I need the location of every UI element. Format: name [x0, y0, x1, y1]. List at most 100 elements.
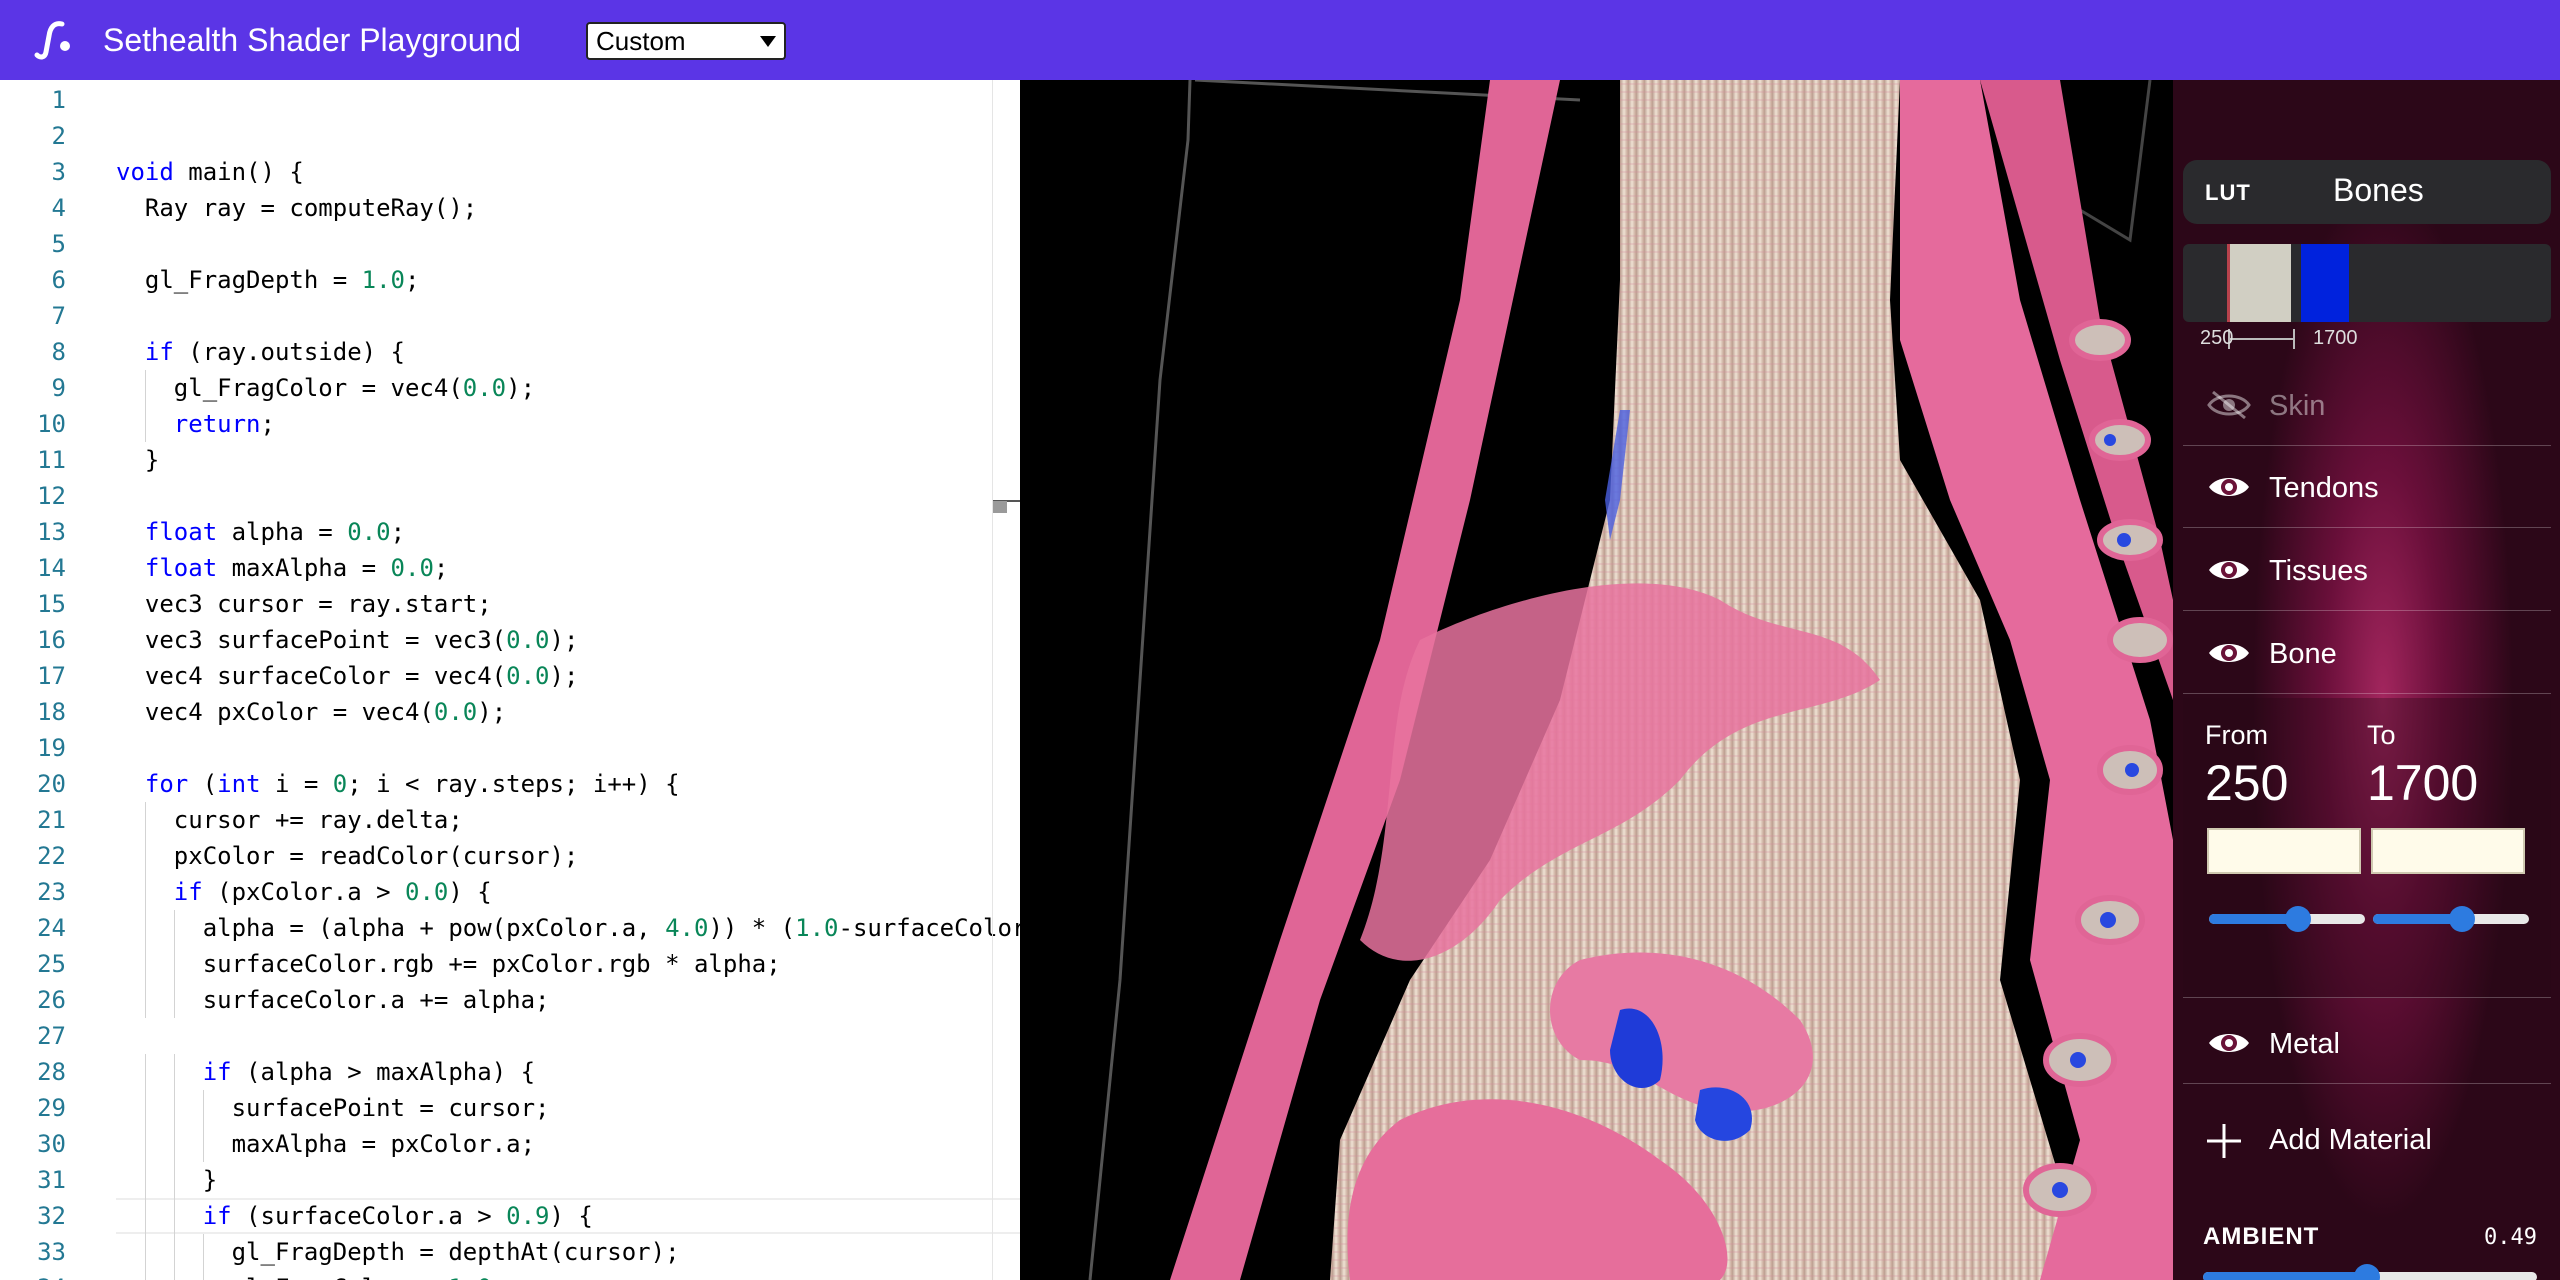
- line-number: 31: [37, 1166, 66, 1194]
- editor-scrollbar-track[interactable]: [992, 80, 993, 1280]
- material-row-tissues[interactable]: Tissues: [2183, 529, 2551, 611]
- lut-segment-bone[interactable]: [2227, 244, 2291, 322]
- ambient-slider-thumb[interactable]: [2353, 1264, 2380, 1280]
- lut-segment-metal[interactable]: [2301, 244, 2349, 322]
- code-line[interactable]: cursor += ray.delta;: [116, 802, 463, 838]
- indent-guide: [173, 1234, 175, 1270]
- code-line[interactable]: for (int i = 0; i < ray.steps; i++) {: [116, 766, 680, 802]
- line-number-gutter: 1 2 3 4 5 6 7 8 9 10 11 12 13 14 15 16 17 18 19 20 21 22 23 24 2…: [0, 80, 80, 1280]
- indent-guide: [202, 1270, 204, 1280]
- indent-guide: [144, 982, 146, 1018]
- add-material-button[interactable]: Add Material: [2183, 1102, 2551, 1182]
- code-line[interactable]: float maxAlpha = 0.0;: [116, 550, 448, 586]
- render-viewport[interactable]: [1020, 80, 2173, 1280]
- material-row-bone[interactable]: Bone: [2183, 612, 2551, 694]
- code-line[interactable]: return;: [116, 406, 275, 442]
- code-line[interactable]: void main() {: [116, 154, 304, 190]
- code-line[interactable]: surfaceColor.rgb += pxColor.rgb * alpha;: [116, 946, 781, 982]
- ambient-label: AMBIENT: [2203, 1223, 2320, 1250]
- range-from-slider[interactable]: [2209, 906, 2365, 932]
- code-line[interactable]: gl_FragColor = vec4(0.0);: [116, 370, 535, 406]
- code-line[interactable]: alpha = (alpha + pow(pxColor.a, 4.0)) * …: [116, 910, 1020, 946]
- volume-render-image: [1020, 80, 2173, 1280]
- code-line[interactable]: float alpha = 0.0;: [116, 514, 405, 550]
- code-line[interactable]: if (ray.outside) {: [116, 334, 405, 370]
- material-name: Bone: [2269, 638, 2337, 670]
- lut-range-max: 1700: [2313, 327, 2358, 349]
- code-line[interactable]: maxAlpha = pxColor.a;: [116, 1126, 535, 1162]
- indent-guide: [144, 1126, 146, 1162]
- range-to-value: 1700: [2367, 755, 2479, 811]
- code-editor[interactable]: 1 2 3 4 5 6 7 8 9 10 11 12 13 14 15 16 17 18 19 20 21 22 23 24 2…: [0, 80, 1020, 1280]
- indent-guide: [144, 910, 146, 946]
- material-row-tendons[interactable]: Tendons: [2183, 446, 2551, 528]
- code-line[interactable]: gl_FragDepth = 1.0;: [116, 262, 420, 298]
- code-line[interactable]: pxColor = readColor(cursor);: [116, 838, 579, 874]
- line-number: 7: [51, 302, 66, 330]
- editor-scrollbar-thumb[interactable]: [993, 501, 1007, 513]
- indent-guide: [144, 1090, 146, 1126]
- eye-icon[interactable]: [2207, 1028, 2251, 1058]
- material-name: Skin: [2269, 390, 2326, 422]
- code-line[interactable]: if (surfaceColor.a > 0.9) {: [116, 1198, 593, 1234]
- code-line[interactable]: if (alpha > maxAlpha) {: [116, 1054, 535, 1090]
- line-number: 26: [37, 986, 66, 1014]
- range-to-slider[interactable]: [2373, 906, 2529, 932]
- material-row-metal[interactable]: Metal: [2183, 1002, 2551, 1084]
- line-number: 12: [37, 482, 66, 510]
- ambient-value: 0.49: [2484, 1225, 2537, 1250]
- code-line[interactable]: vec3 cursor = ray.start;: [116, 586, 492, 622]
- chevron-down-icon: [760, 36, 776, 47]
- indent-guide: [144, 838, 146, 874]
- code-line[interactable]: gl_FragColor = 1.0: [116, 1270, 492, 1280]
- line-number: 23: [37, 878, 66, 906]
- lut-range-line: [2228, 338, 2294, 340]
- lut-selector[interactable]: LUT Bones: [2183, 160, 2551, 224]
- eye-off-icon[interactable]: [2207, 390, 2251, 420]
- range-from-input[interactable]: [2207, 828, 2361, 874]
- line-number: 18: [37, 698, 66, 726]
- eye-icon[interactable]: [2207, 472, 2251, 502]
- code-line[interactable]: }: [116, 442, 159, 478]
- indent-guide: [173, 946, 175, 982]
- line-number: 21: [37, 806, 66, 834]
- code-line[interactable]: vec3 surfacePoint = vec3(0.0);: [116, 622, 579, 658]
- lut-label: LUT: [2205, 180, 2251, 205]
- code-line[interactable]: vec4 pxColor = vec4(0.0);: [116, 694, 506, 730]
- code-line[interactable]: gl_FragDepth = depthAt(cursor);: [116, 1234, 680, 1270]
- code-line[interactable]: vec4 surfaceColor = vec4(0.0);: [116, 658, 579, 694]
- indent-guide: [144, 406, 146, 442]
- line-number: 15: [37, 590, 66, 618]
- material-name: Metal: [2269, 1028, 2340, 1060]
- range-from-slider-thumb[interactable]: [2284, 906, 2311, 932]
- indent-guide: [144, 1054, 146, 1090]
- code-line[interactable]: }: [116, 1162, 217, 1198]
- sethealth-logo-icon[interactable]: [32, 18, 76, 62]
- code-line[interactable]: surfaceColor.a += alpha;: [116, 982, 550, 1018]
- ambient-slider[interactable]: [2203, 1264, 2537, 1280]
- code-line[interactable]: if (pxColor.a > 0.0) {: [116, 874, 492, 910]
- top-bar: Sethealth Shader Playground Custom: [0, 0, 2560, 80]
- line-number: 33: [37, 1238, 66, 1266]
- indent-guide: [173, 982, 175, 1018]
- range-from-label: From: [2205, 720, 2268, 750]
- range-to-input[interactable]: [2371, 828, 2525, 874]
- line-number: 2: [51, 122, 66, 150]
- indent-guide: [144, 1270, 146, 1280]
- indent-guide: [144, 802, 146, 838]
- line-number: 6: [51, 266, 66, 294]
- material-row-skin[interactable]: Skin: [2183, 364, 2551, 446]
- eye-icon[interactable]: [2207, 638, 2251, 668]
- shader-preset-value: Custom: [596, 26, 686, 56]
- line-number: 30: [37, 1130, 66, 1158]
- code-line[interactable]: surfacePoint = cursor;: [116, 1090, 550, 1126]
- line-number: 14: [37, 554, 66, 582]
- code-line[interactable]: Ray ray = computeRay();: [116, 190, 477, 226]
- indent-guide: [144, 874, 146, 910]
- line-number: 10: [37, 410, 66, 438]
- indent-guide: [144, 946, 146, 982]
- shader-preset-select[interactable]: Custom: [586, 22, 786, 60]
- eye-icon[interactable]: [2207, 555, 2251, 585]
- range-to-slider-thumb[interactable]: [2448, 906, 2475, 932]
- indent-guide: [144, 1198, 146, 1234]
